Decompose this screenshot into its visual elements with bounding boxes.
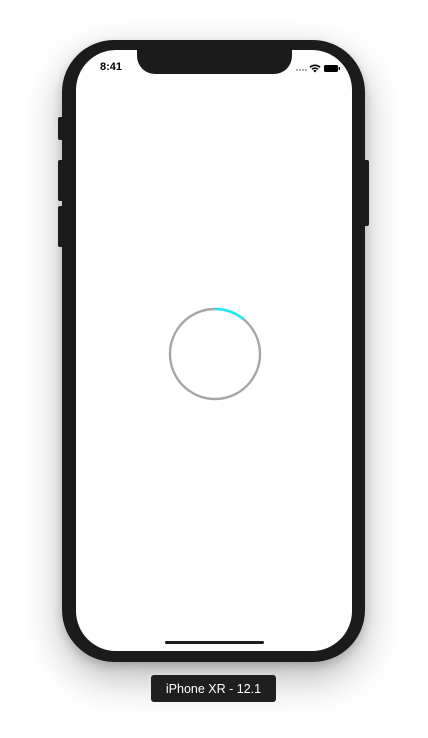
signal-dots-icon (296, 69, 307, 71)
home-indicator (165, 641, 264, 644)
spinner-track (168, 307, 262, 401)
loading-spinner (168, 307, 262, 401)
status-bar-time: 8:41 (100, 61, 123, 73)
notch (137, 50, 292, 74)
status-bar-icons (296, 64, 340, 73)
battery-icon (324, 65, 340, 72)
device-label: iPhone XR - 12.1 (151, 675, 276, 702)
wifi-icon (309, 64, 321, 73)
